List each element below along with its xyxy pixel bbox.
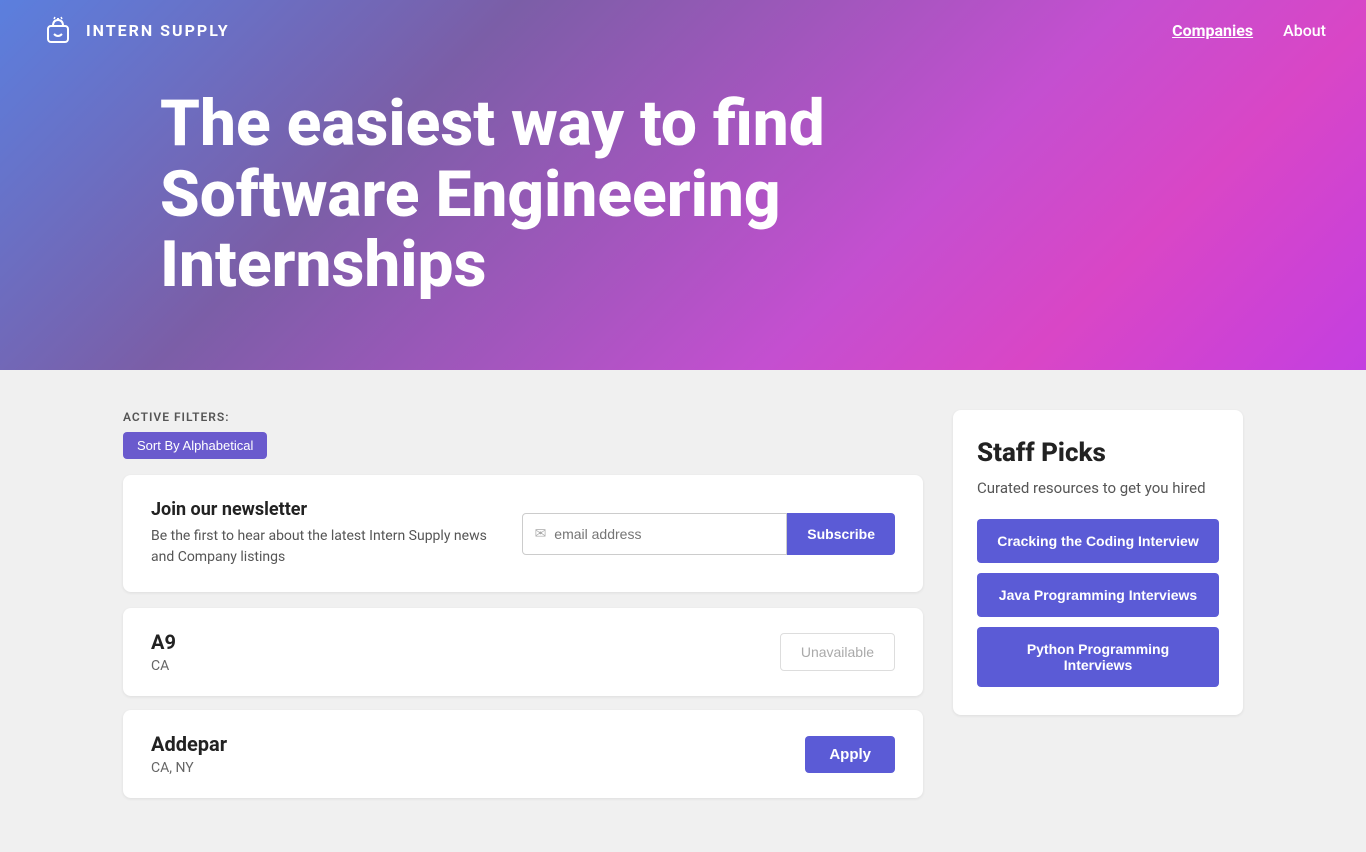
company-location-addepar: CA, NY (151, 760, 227, 776)
filters-label: ACTIVE FILTERS: (123, 410, 923, 424)
company-card-addepar: Addepar CA, NY Apply (123, 710, 923, 798)
company-info-a9: A9 CA (151, 630, 176, 674)
staff-picks-title: Staff Picks (977, 438, 1219, 468)
company-name-addepar: Addepar (151, 732, 227, 756)
newsletter-card: Join our newsletter Be the first to hear… (123, 475, 923, 592)
active-filters: ACTIVE FILTERS: Sort By Alphabetical (123, 410, 923, 459)
staff-pick-btn-2[interactable]: Python Programming Interviews (977, 627, 1219, 687)
staff-picks-desc: Curated resources to get you hired (977, 478, 1219, 499)
subscribe-button[interactable]: Subscribe (787, 513, 895, 555)
nav-link-about[interactable]: About (1283, 21, 1326, 40)
staff-picks-card: Staff Picks Curated resources to get you… (953, 410, 1243, 715)
company-info-addepar: Addepar CA, NY (151, 732, 227, 776)
company-name-a9: A9 (151, 630, 176, 654)
staff-pick-btn-1[interactable]: Java Programming Interviews (977, 573, 1219, 617)
newsletter-form: ✉ Subscribe (522, 513, 895, 555)
email-input-wrapper: ✉ (522, 513, 788, 555)
newsletter-title: Join our newsletter (151, 499, 502, 520)
company-card-a9: A9 CA Unavailable (123, 608, 923, 696)
left-column: ACTIVE FILTERS: Sort By Alphabetical Joi… (123, 410, 923, 812)
logo-link[interactable]: INTERN SUPPLY (40, 12, 230, 48)
hero-title: The easiest way to find Software Enginee… (160, 89, 980, 300)
right-column: Staff Picks Curated resources to get you… (953, 410, 1243, 812)
logo-text: INTERN SUPPLY (86, 21, 230, 40)
newsletter-desc: Be the first to hear about the latest In… (151, 526, 502, 568)
company-location-a9: CA (151, 658, 176, 674)
email-input[interactable] (554, 526, 774, 542)
newsletter-text: Join our newsletter Be the first to hear… (151, 499, 502, 568)
apply-button-addepar[interactable]: Apply (805, 736, 895, 773)
nav-links: Companies About (1172, 21, 1326, 40)
nav-link-companies[interactable]: Companies (1172, 21, 1253, 40)
email-icon: ✉ (535, 526, 547, 542)
logo-icon (40, 12, 76, 48)
navbar: INTERN SUPPLY Companies About (0, 0, 1366, 60)
staff-pick-btn-0[interactable]: Cracking the Coding Interview (977, 519, 1219, 563)
unavailable-button-a9: Unavailable (780, 633, 895, 671)
main-content: ACTIVE FILTERS: Sort By Alphabetical Joi… (83, 370, 1283, 852)
filter-tag-alphabetical[interactable]: Sort By Alphabetical (123, 432, 267, 459)
